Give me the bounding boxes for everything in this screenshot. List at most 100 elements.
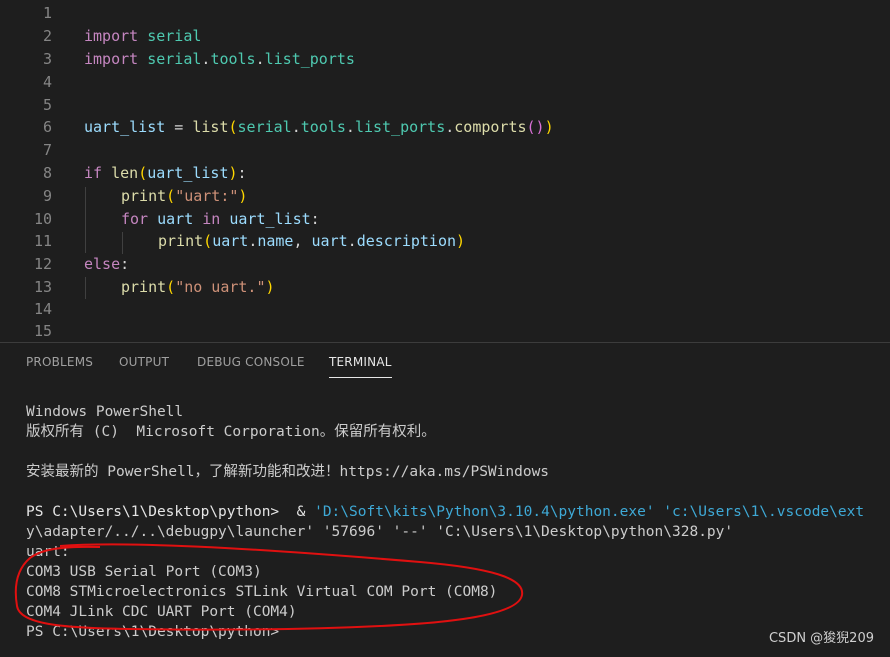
keyword: import — [84, 27, 139, 45]
code-line: 1 — [0, 2, 890, 24]
line-number: 2 — [42, 27, 52, 45]
line-number: 9 — [42, 187, 52, 205]
line-number: 13 — [33, 278, 52, 296]
code-line: 9 print("uart:") — [0, 185, 890, 207]
string-literal: "uart:" — [175, 187, 239, 205]
variable: uart — [157, 210, 194, 228]
paren: ) — [456, 232, 466, 250]
operator: = — [165, 118, 193, 136]
keyword: in — [202, 210, 221, 228]
code-line: 6 uart_list = list(serial.tools.list_port… — [0, 116, 890, 138]
code-line: 11 print(uart.name, uart.description) — [0, 230, 890, 252]
dot: . — [255, 50, 265, 68]
function-name: len — [111, 164, 139, 182]
dot: . — [445, 118, 455, 136]
keyword: for — [121, 210, 149, 228]
module-name: tools — [210, 50, 256, 68]
terminal-line: COM4 JLink CDC UART Port (COM4) — [26, 604, 297, 620]
colon: : — [120, 255, 130, 273]
terminal-prompt: PS C:\Users\1\Desktop\python> & — [26, 504, 315, 520]
keyword: import — [84, 50, 139, 68]
bottom-panel: PROBLEMS OUTPUT DEBUG CONSOLE TERMINAL W… — [0, 342, 890, 657]
code-editor[interactable]: 1 2 import serial 3 import serial.tools.li… — [0, 0, 890, 342]
function-name: print — [158, 232, 204, 250]
line-number: 8 — [42, 164, 52, 182]
code-line: 12 else: — [0, 253, 890, 275]
colon: : — [310, 210, 320, 228]
code-line: 14 — [0, 298, 890, 320]
tab-problems[interactable]: PROBLEMS — [26, 355, 93, 369]
line-number: 14 — [33, 300, 52, 318]
paren: ) — [544, 118, 554, 136]
tab-debug-console[interactable]: DEBUG CONSOLE — [197, 355, 305, 369]
paren: ( — [138, 164, 148, 182]
dot: . — [248, 232, 258, 250]
function-name: comports — [454, 118, 527, 136]
variable: uart_list — [229, 210, 311, 228]
function-name: print — [121, 278, 167, 296]
attribute: name — [257, 232, 294, 250]
terminal-line: 版权所有 (C) Microsoft Corporation。保留所有权利。 — [26, 424, 436, 440]
terminal-line: 安装最新的 PowerShell，了解新功能和改进！https://aka.ms… — [26, 464, 550, 480]
code-line: 8 if len(uart_list): — [0, 162, 890, 184]
terminal-prompt-line: PS C:\Users\1\Desktop\python> — [26, 624, 280, 640]
line-number: 4 — [42, 73, 52, 91]
paren: ( — [166, 187, 176, 205]
terminal-line: COM8 STMicroelectronics STLink Virtual C… — [26, 584, 498, 600]
paren: ( — [203, 232, 213, 250]
variable: uart — [212, 232, 249, 250]
line-number: 11 — [33, 232, 52, 250]
paren: () — [526, 118, 545, 136]
dot: . — [291, 118, 301, 136]
colon: : — [237, 164, 247, 182]
paren: ( — [228, 118, 238, 136]
dot: . — [347, 232, 357, 250]
line-number: 7 — [42, 141, 52, 159]
code-line: 4 — [0, 71, 890, 93]
module-name: serial — [147, 27, 202, 45]
terminal-line: COM3 USB Serial Port (COM3) — [26, 564, 262, 580]
tab-terminal[interactable]: TERMINAL — [329, 355, 392, 378]
module-name: tools — [300, 118, 346, 136]
variable: uart — [311, 232, 348, 250]
code-line: 2 import serial — [0, 25, 890, 47]
line-number: 3 — [42, 50, 52, 68]
paren: ) — [265, 278, 275, 296]
terminal-line: y\adapter/../..\debugpy\launcher' '57696… — [26, 524, 734, 540]
code-line: 10 for uart in uart_list: — [0, 208, 890, 230]
keyword: if — [84, 164, 103, 182]
line-number: 10 — [33, 210, 52, 228]
string-literal: "no uart." — [175, 278, 266, 296]
function-name: print — [121, 187, 167, 205]
line-number: 12 — [33, 255, 52, 273]
terminal-line: uart: — [26, 544, 70, 560]
variable: uart_list — [147, 164, 229, 182]
attribute: description — [356, 232, 457, 250]
code-line: 15 — [0, 320, 890, 342]
module-name: list_ports — [264, 50, 355, 68]
paren: ( — [166, 278, 176, 296]
terminal-line: Windows PowerShell — [26, 404, 184, 420]
line-number: 15 — [33, 322, 52, 340]
line-number: 6 — [42, 118, 52, 136]
line-number: 1 — [42, 4, 52, 22]
terminal-command: 'D:\Soft\kits\Python\3.10.4\python.exe' … — [314, 504, 865, 520]
module-name: serial — [237, 118, 292, 136]
code-line: 7 — [0, 139, 890, 161]
code-line: 5 — [0, 94, 890, 116]
variable: uart_list — [84, 118, 166, 136]
watermark: CSDN @狻猊209 — [768, 631, 874, 646]
tab-output[interactable]: OUTPUT — [119, 355, 169, 369]
line-number: 5 — [42, 96, 52, 114]
module-name: list_ports — [354, 118, 446, 136]
paren: ) — [238, 187, 248, 205]
separator: , — [293, 232, 312, 250]
dot: . — [345, 118, 355, 136]
function-name: list — [192, 118, 229, 136]
code-line: 3 import serial.tools.list_ports — [0, 48, 890, 70]
panel-tabs: PROBLEMS OUTPUT DEBUG CONSOLE TERMINAL — [0, 343, 890, 379]
module-name: serial — [147, 50, 202, 68]
paren: ) — [228, 164, 238, 182]
terminal-line: PS C:\Users\1\Desktop\python> & 'D:\Soft… — [26, 502, 864, 522]
code-line: 13 print("no uart.") — [0, 276, 890, 298]
